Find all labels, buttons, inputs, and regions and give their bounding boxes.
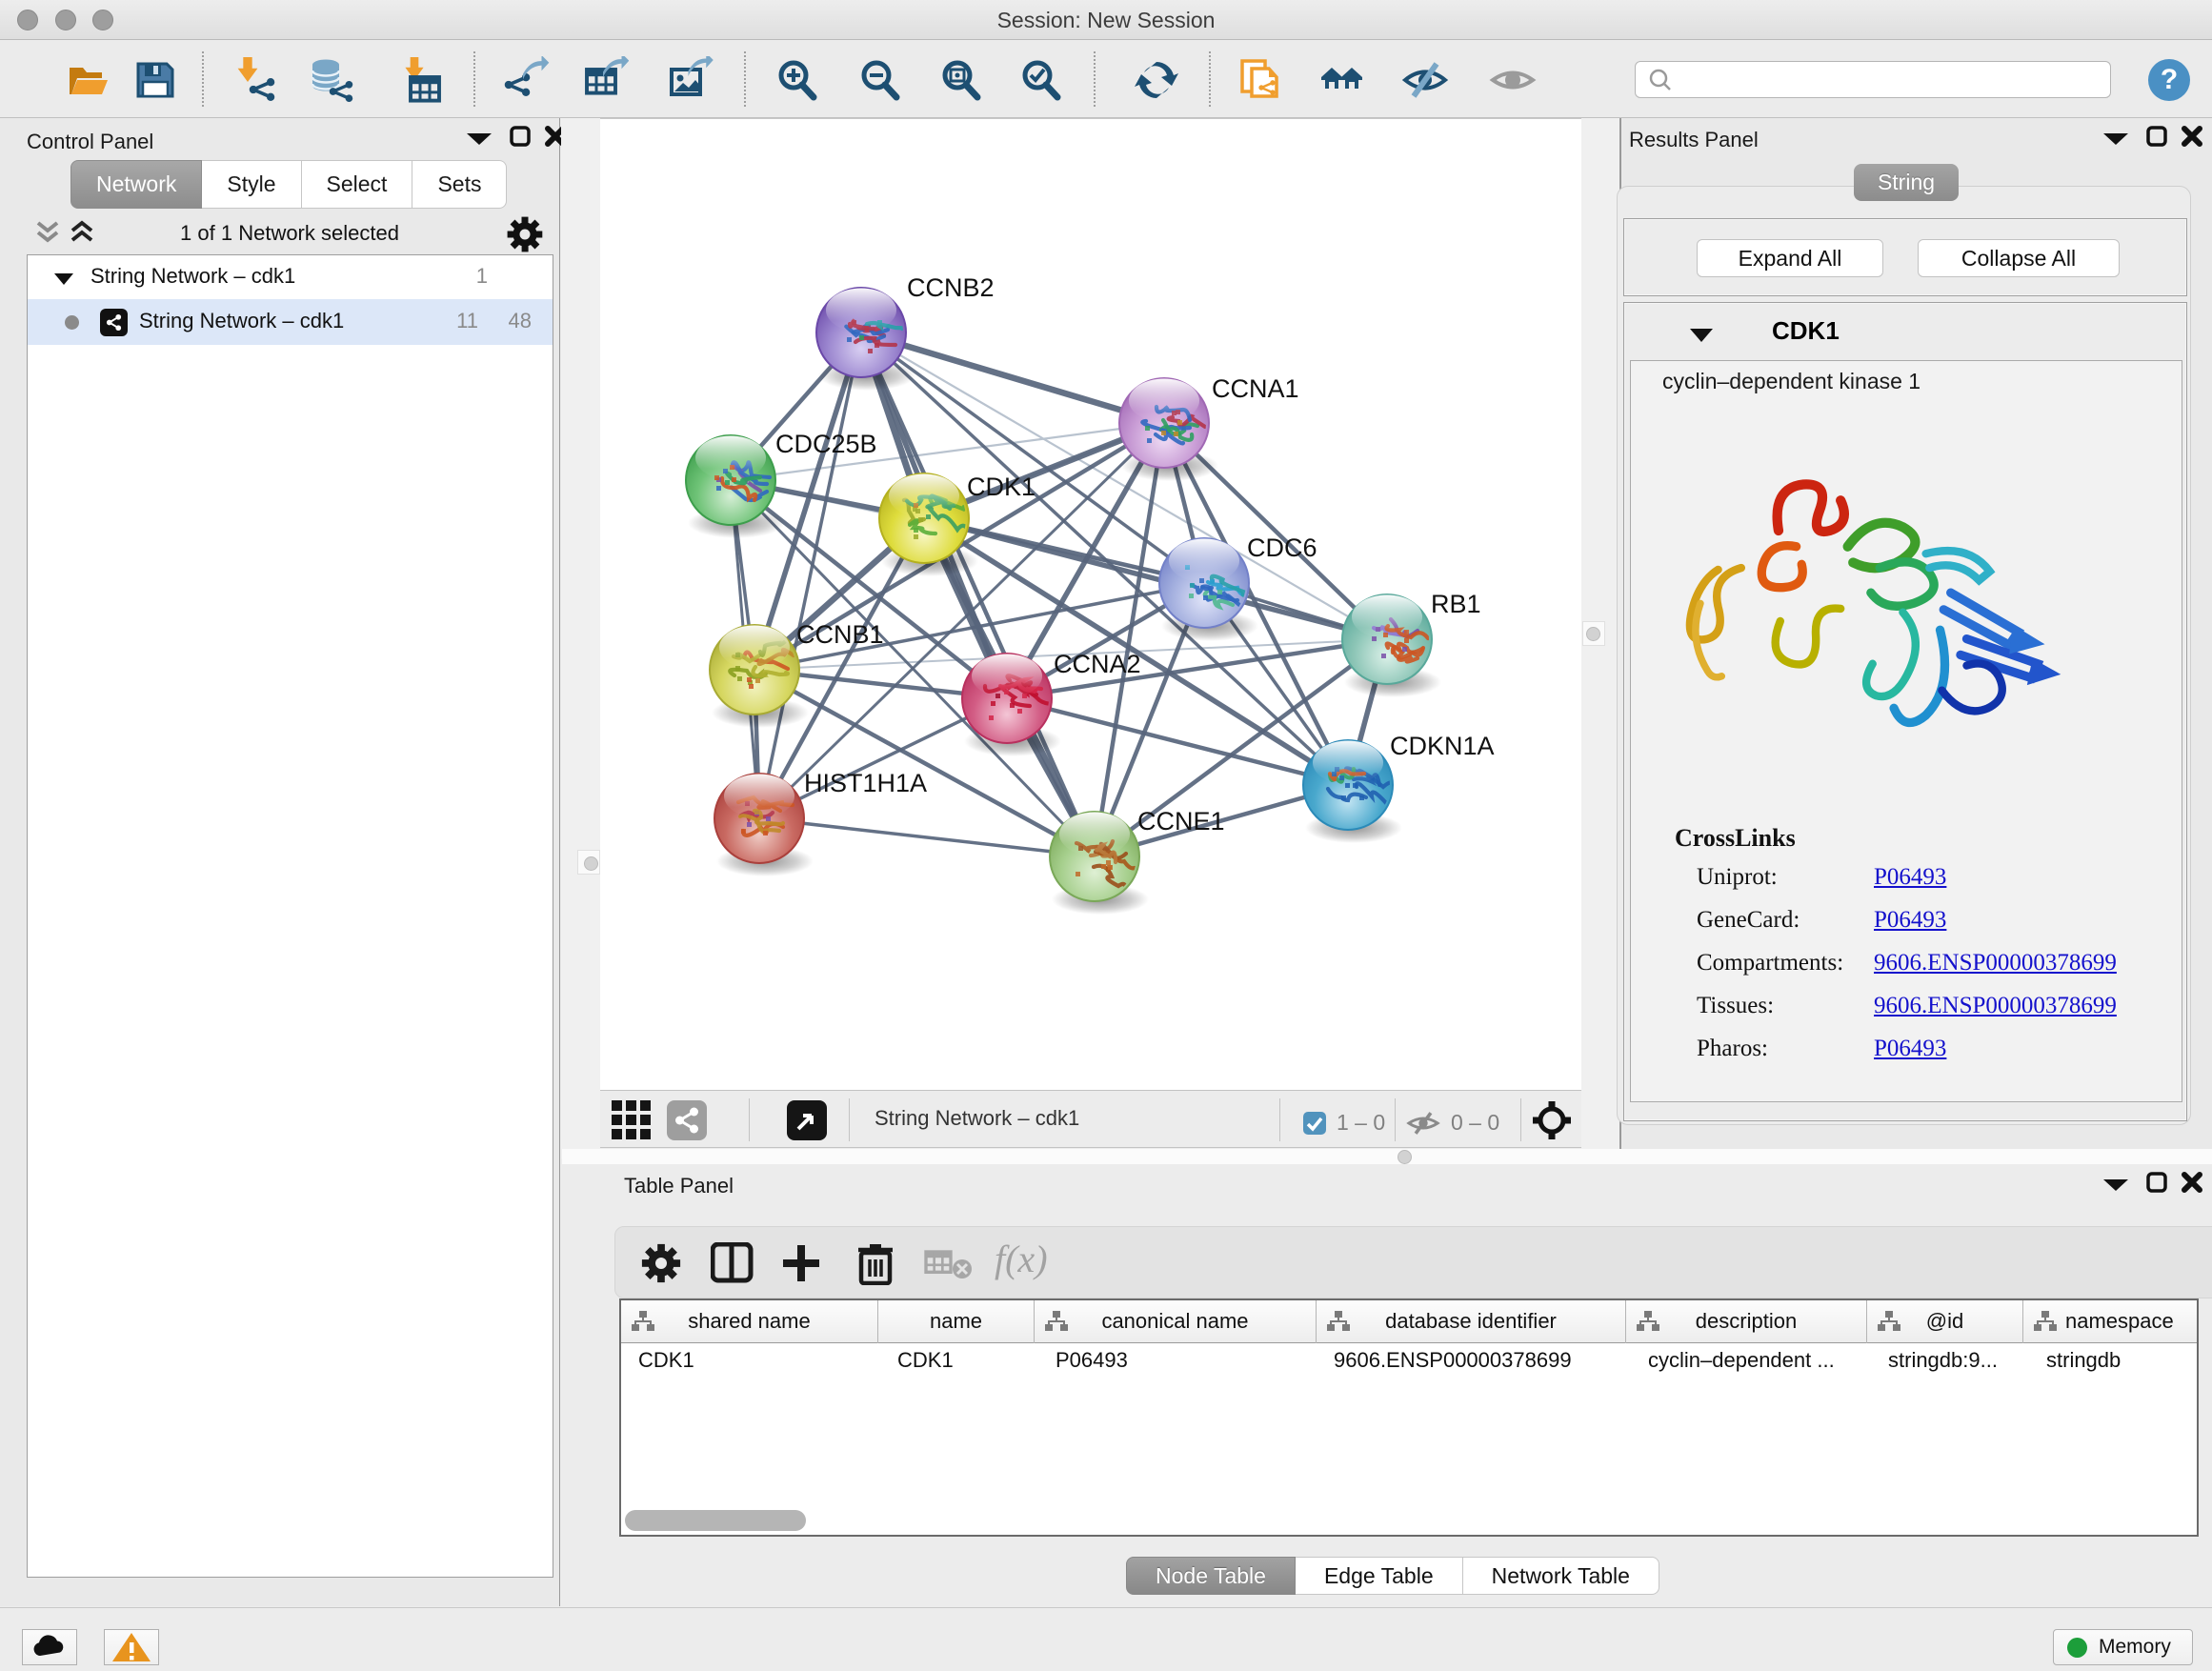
svg-text:RB1: RB1 bbox=[1431, 590, 1481, 618]
svg-text:CDC6: CDC6 bbox=[1247, 534, 1317, 562]
svg-text:CDKN1A: CDKN1A bbox=[1390, 732, 1495, 760]
svg-text:CCNB2: CCNB2 bbox=[907, 273, 995, 302]
svg-text:HIST1H1A: HIST1H1A bbox=[804, 769, 927, 797]
svg-text:CCNE1: CCNE1 bbox=[1137, 807, 1225, 836]
svg-text:CCNB1: CCNB1 bbox=[796, 620, 884, 649]
svg-text:CCNA2: CCNA2 bbox=[1054, 650, 1141, 678]
svg-text:CCNA1: CCNA1 bbox=[1212, 374, 1299, 403]
svg-text:CDC25B: CDC25B bbox=[775, 430, 877, 458]
svg-text:CDK1: CDK1 bbox=[967, 473, 1036, 501]
